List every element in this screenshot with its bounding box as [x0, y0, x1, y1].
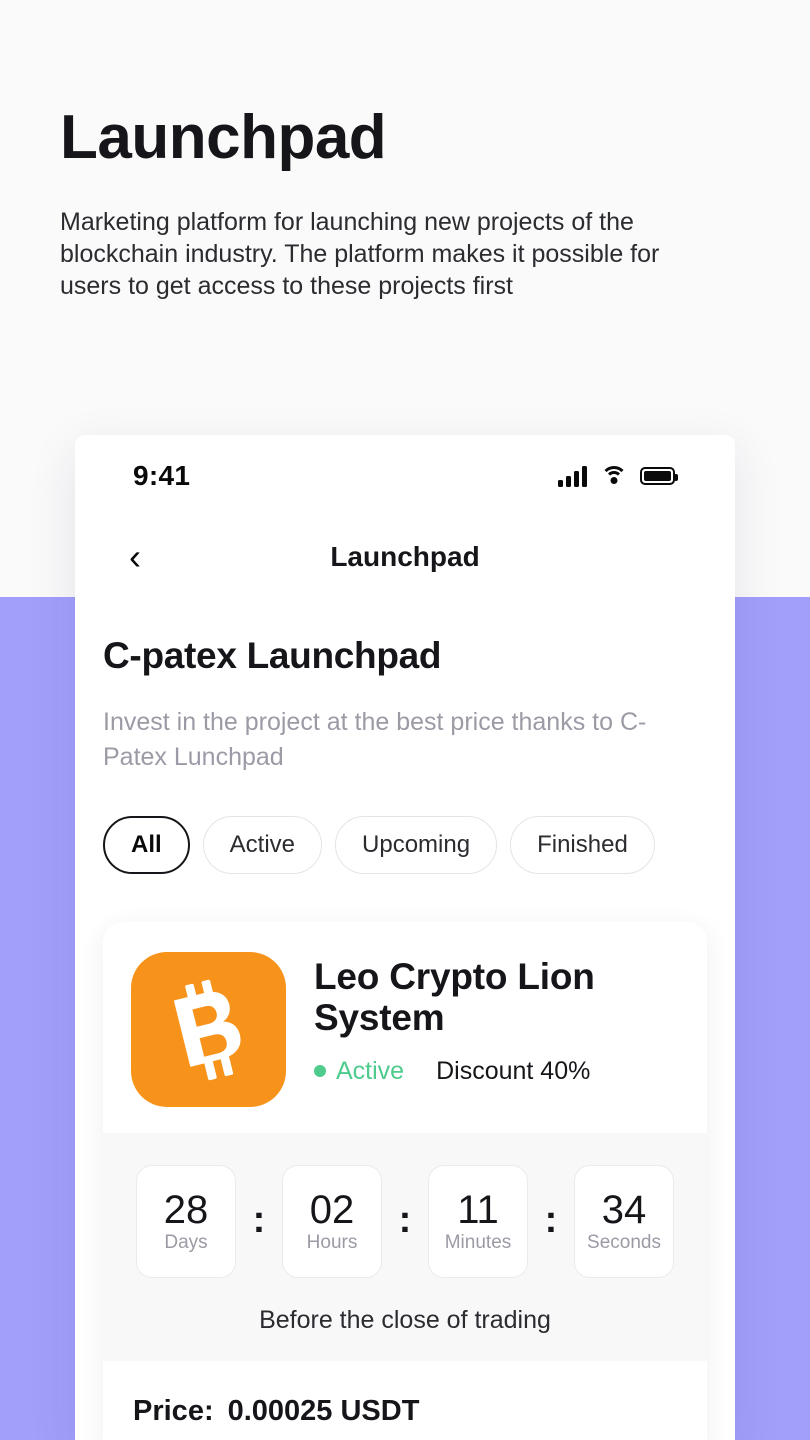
filter-chip-group: All Active Upcoming Finished [103, 816, 707, 874]
countdown-unit-hours: 02 Hours [282, 1165, 382, 1278]
project-status-row: Active Discount 40% [314, 1057, 679, 1086]
countdown-label-hours: Hours [306, 1231, 358, 1253]
project-meta: Leo Crypto Lion System Active Discount 4… [314, 952, 679, 1107]
filter-chip-finished[interactable]: Finished [510, 816, 655, 874]
project-name: Leo Crypto Lion System [314, 956, 595, 1039]
price-value: 0.00025 USDT [227, 1395, 420, 1427]
navigation-bar: ‹ Launchpad [75, 517, 735, 597]
countdown-separator: : [398, 1199, 412, 1241]
countdown-value-minutes: 11 [457, 1187, 499, 1232]
countdown-separator: : [544, 1199, 558, 1241]
screen-subtitle: Invest in the project at the best price … [103, 708, 647, 771]
wifi-icon [600, 466, 627, 486]
countdown-unit-minutes: 11 Minutes [428, 1165, 528, 1278]
countdown-unit-days: 28 Days [136, 1165, 236, 1278]
countdown-label-seconds: Seconds [587, 1231, 661, 1253]
bitcoin-icon [131, 952, 286, 1107]
countdown-value-seconds: 34 [601, 1187, 647, 1232]
price-label: Price: [133, 1395, 214, 1427]
price-row: Price: 0.00025 USDT [103, 1361, 707, 1440]
status-bar: 9:41 [75, 435, 735, 517]
status-dot-icon [314, 1065, 326, 1078]
status-bar-icons [558, 465, 678, 487]
filter-chip-upcoming[interactable]: Upcoming [335, 816, 498, 874]
filter-chip-active[interactable]: Active [202, 816, 323, 874]
countdown-note: Before the close of trading [259, 1306, 551, 1334]
page-title: Launchpad [60, 103, 387, 172]
screen-content: C-patex Launchpad Invest in the project … [75, 597, 735, 1440]
countdown-section: 28 Days : 02 Hours : 11 Minutes: 34 Sec… [103, 1133, 707, 1361]
countdown-unit-seconds: 34 Seconds [574, 1165, 674, 1278]
status-badge: Active [314, 1057, 404, 1086]
navigation-title: Launchpad [330, 541, 480, 572]
battery-full-icon [640, 467, 678, 485]
countdown-label-days: Days [164, 1231, 208, 1253]
countdown-label-minutes: Minutes [444, 1231, 512, 1253]
promo-description: Marketing platform for launching new pro… [60, 208, 660, 301]
project-card-header: Leo Crypto Lion System Active Discount 4… [103, 922, 707, 1133]
discount-label: Discount 40% [436, 1056, 591, 1085]
page-root: Launchpad Marketing platform for launchi… [0, 0, 810, 1440]
countdown-value-hours: 02 [309, 1187, 355, 1232]
filter-chip-all[interactable]: All [103, 816, 190, 874]
countdown-value-days: 28 [163, 1187, 209, 1232]
screen-title: C-patex Launchpad [103, 635, 442, 676]
project-card[interactable]: Leo Crypto Lion System Active Discount 4… [103, 922, 707, 1440]
countdown-timer: 28 Days : 02 Hours : 11 Minutes: 34 Sec… [129, 1165, 681, 1278]
phone-mockup: 9:41 ‹ Launchpad C-patex Launchpad Inves… [75, 435, 735, 1440]
countdown-separator: : [252, 1199, 266, 1241]
status-label: Active [336, 1056, 405, 1085]
promo-header: Launchpad Marketing platform for launchi… [0, 0, 810, 302]
signal-bars-icon [558, 465, 587, 487]
status-bar-time: 9:41 [133, 460, 191, 491]
